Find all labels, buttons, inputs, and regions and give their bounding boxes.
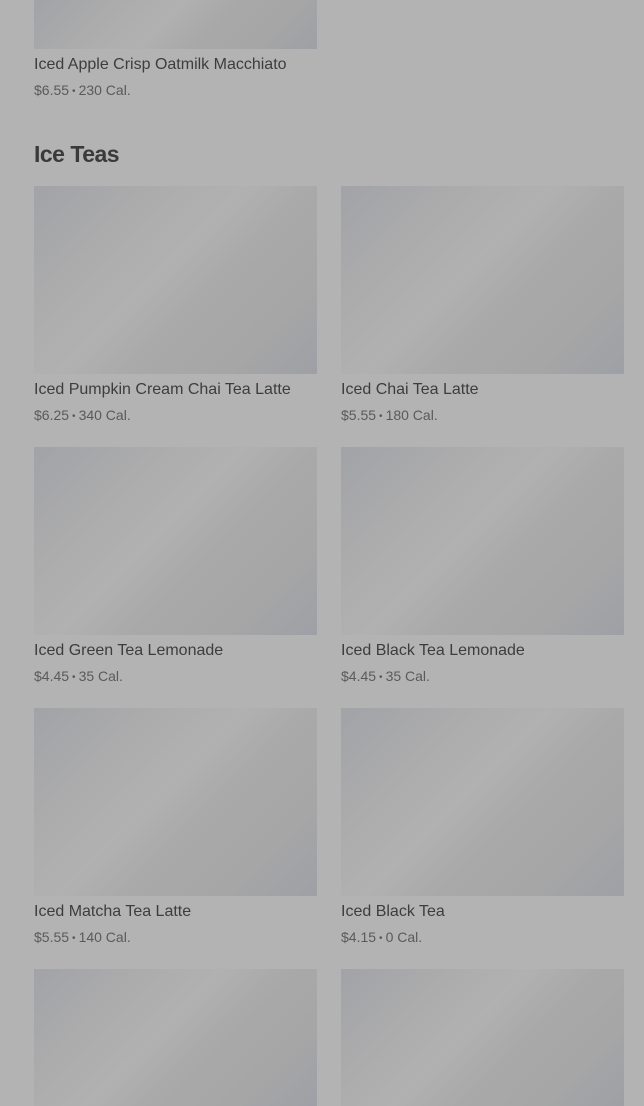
section-title: Ice Teas: [34, 141, 120, 167]
product-name[interactable]: Iced Apple Crisp Oatmilk Macchiato: [34, 55, 287, 75]
product-image-iced-pumpkin-cream-chai-tea-latte[interactable]: [34, 186, 317, 374]
product-calories: 140 Cal.: [78, 929, 131, 945]
separator-dot: •: [379, 933, 383, 944]
separator-dot: •: [72, 672, 76, 683]
product-calories: 340 Cal.: [78, 407, 131, 423]
product-price: $4.15: [341, 929, 377, 945]
separator-dot: •: [379, 672, 383, 683]
product-price-calories: $6.55 • 230 Cal.: [34, 81, 131, 101]
product-calories: 0 Cal.: [385, 929, 423, 945]
product-price-calories: $4.45 • 35 Cal.: [34, 667, 123, 687]
product-name[interactable]: Iced Green Tea Lemonade: [34, 641, 223, 661]
product-calories: 230 Cal.: [78, 82, 131, 98]
product-name[interactable]: Iced Matcha Tea Latte: [34, 902, 191, 922]
product-price: $6.55: [34, 82, 70, 98]
product-price-calories: $5.55 • 180 Cal.: [341, 406, 438, 426]
product-price-calories: $4.15 • 0 Cal.: [341, 928, 422, 948]
product-price: $4.45: [341, 668, 377, 684]
product-price: $5.55: [341, 407, 377, 423]
product-calories: 35 Cal.: [385, 668, 430, 684]
product-name[interactable]: Iced Black Tea Lemonade: [341, 641, 525, 661]
separator-dot: •: [72, 411, 76, 422]
product-name[interactable]: Iced Pumpkin Cream Chai Tea Latte: [34, 380, 291, 400]
separator-dot: •: [379, 411, 383, 422]
product-image[interactable]: [341, 969, 624, 1106]
product-price-calories: $4.45 • 35 Cal.: [341, 667, 430, 687]
product-image-iced-green-tea-lemonade[interactable]: [34, 447, 317, 635]
product-price-calories: $5.55 • 140 Cal.: [34, 928, 131, 948]
menu-page: Iced Apple Crisp Oatmilk Macchiato $6.55…: [0, 0, 644, 1106]
product-image-iced-matcha-tea-latte[interactable]: [34, 708, 317, 896]
product-image-iced-black-tea[interactable]: [341, 708, 624, 896]
product-name[interactable]: Iced Black Tea: [341, 902, 445, 922]
product-price: $4.45: [34, 668, 70, 684]
separator-dot: •: [72, 933, 76, 944]
product-image-iced-chai-tea-latte[interactable]: [341, 186, 624, 374]
product-price: $6.25: [34, 407, 70, 423]
product-price-calories: $6.25 • 340 Cal.: [34, 406, 131, 426]
product-image-iced-black-tea-lemonade[interactable]: [341, 447, 624, 635]
product-image-iced-apple-crisp-oatmilk-macchiato[interactable]: [34, 0, 317, 49]
product-calories: 35 Cal.: [78, 668, 123, 684]
product-image[interactable]: [34, 969, 317, 1106]
product-name[interactable]: Iced Chai Tea Latte: [341, 380, 479, 400]
separator-dot: •: [72, 86, 76, 97]
product-calories: 180 Cal.: [385, 407, 438, 423]
product-price: $5.55: [34, 929, 70, 945]
